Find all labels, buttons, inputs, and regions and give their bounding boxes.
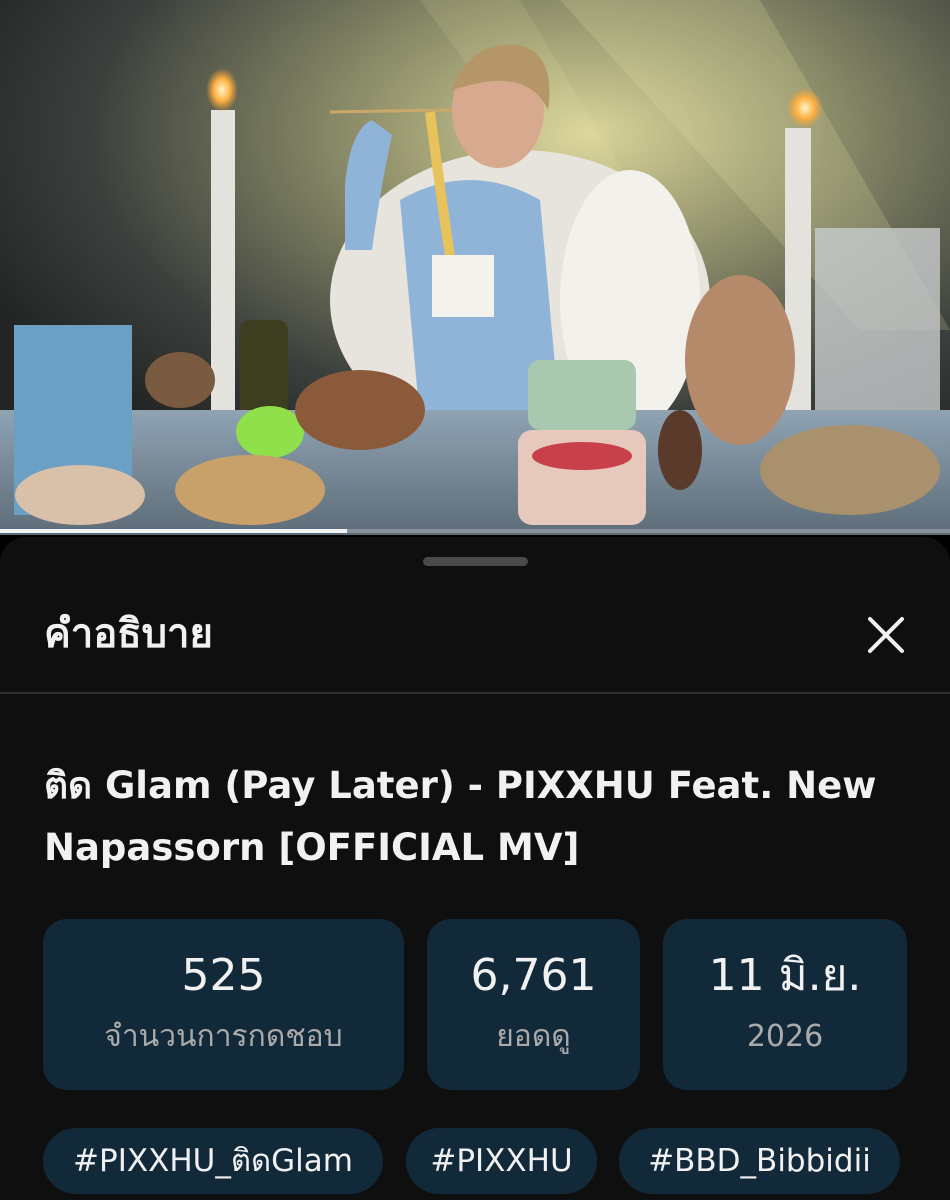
video-progress-bar[interactable] <box>0 529 950 533</box>
publish-date: 11 มิ.ย. <box>708 950 862 1001</box>
video-progress-fill <box>0 529 347 533</box>
views-stat: 6,761 ยอดดู <box>427 919 640 1090</box>
close-icon <box>868 617 904 653</box>
views-label: ยอดดู <box>496 1019 571 1054</box>
likes-label: จำนวนการกดชอบ <box>104 1019 343 1054</box>
drag-handle[interactable] <box>423 557 528 566</box>
likes-count: 525 <box>181 950 266 1001</box>
publish-date-stat: 11 มิ.ย. 2026 <box>663 919 907 1090</box>
publish-year: 2026 <box>746 1019 824 1054</box>
hashtag-chip[interactable]: #BBD_Bibbidii <box>619 1128 900 1194</box>
video-frame <box>0 0 950 535</box>
divider <box>0 692 950 694</box>
description-sheet: คำอธิบาย ติด Glam (Pay Later) - PIXXHU F… <box>0 537 950 1200</box>
sheet-title: คำอธิบาย <box>44 611 213 657</box>
video-player[interactable] <box>0 0 950 535</box>
hashtag-list: #PIXXHU_ติดGlam #PIXXHU #BBD_Bibbidii <box>43 1128 923 1198</box>
hashtag-chip[interactable]: #PIXXHU_ติดGlam <box>43 1128 383 1194</box>
video-title: ติด Glam (Pay Later) - PIXXHU Feat. New … <box>44 764 877 869</box>
hashtag-chip[interactable]: #PIXXHU <box>406 1128 597 1194</box>
likes-stat: 525 จำนวนการกดชอบ <box>43 919 404 1090</box>
close-button[interactable] <box>858 607 914 663</box>
views-count: 6,761 <box>470 950 597 1001</box>
